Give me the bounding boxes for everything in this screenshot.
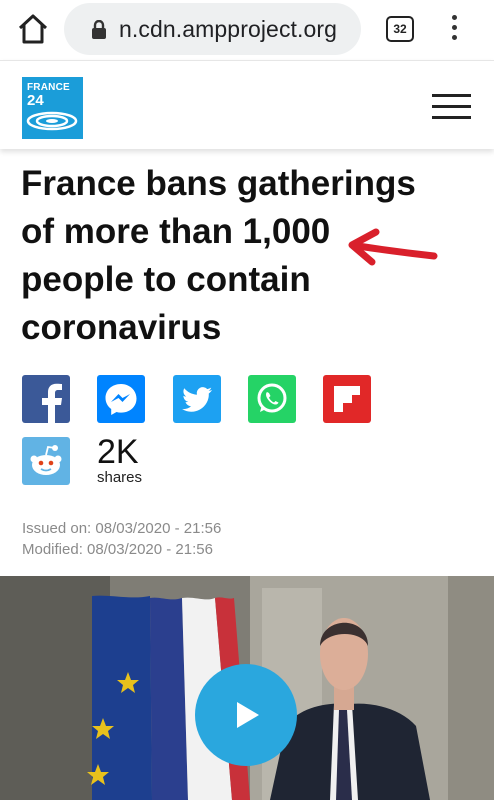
issued-date: Issued on: 08/03/2020 - 21:56 <box>22 520 222 537</box>
site-header: FRANCE 24 <box>0 60 494 149</box>
twitter-icon <box>182 387 212 412</box>
flipboard-share-button[interactable] <box>323 375 371 423</box>
modified-date: Modified: 08/03/2020 - 21:56 <box>22 541 213 558</box>
url-text: n.cdn.ampproject.org <box>119 16 338 42</box>
lock-icon <box>92 20 106 39</box>
reddit-share-button[interactable] <box>22 437 70 485</box>
whatsapp-share-button[interactable] <box>248 375 296 423</box>
flipboard-icon <box>334 386 360 412</box>
reddit-icon <box>30 445 62 475</box>
menu-icon[interactable] <box>432 94 471 122</box>
play-button[interactable] <box>195 664 297 766</box>
video-player[interactable] <box>0 576 494 800</box>
browser-toolbar: n.cdn.ampproject.org 32 <box>0 0 494 58</box>
tab-switcher-button[interactable]: 32 <box>386 16 414 42</box>
messenger-share-button[interactable] <box>97 375 145 423</box>
share-count-label: shares <box>97 469 143 486</box>
play-icon <box>237 702 259 728</box>
messenger-icon <box>105 384 137 415</box>
whatsapp-icon <box>257 383 287 413</box>
france24-logo[interactable]: FRANCE 24 <box>22 77 83 139</box>
share-count: 2K <box>97 433 139 471</box>
red-arrow-annotation <box>348 228 438 266</box>
twitter-share-button[interactable] <box>173 375 221 423</box>
facebook-icon <box>42 383 62 423</box>
address-bar[interactable]: n.cdn.ampproject.org <box>64 3 361 55</box>
kebab-menu-icon[interactable] <box>448 15 460 43</box>
article-dates: Issued on: 08/03/2020 - 21:56 Modified: … <box>22 518 221 560</box>
home-icon[interactable] <box>16 12 50 46</box>
facebook-share-button[interactable] <box>22 375 70 423</box>
logo-waves-icon <box>26 111 78 131</box>
